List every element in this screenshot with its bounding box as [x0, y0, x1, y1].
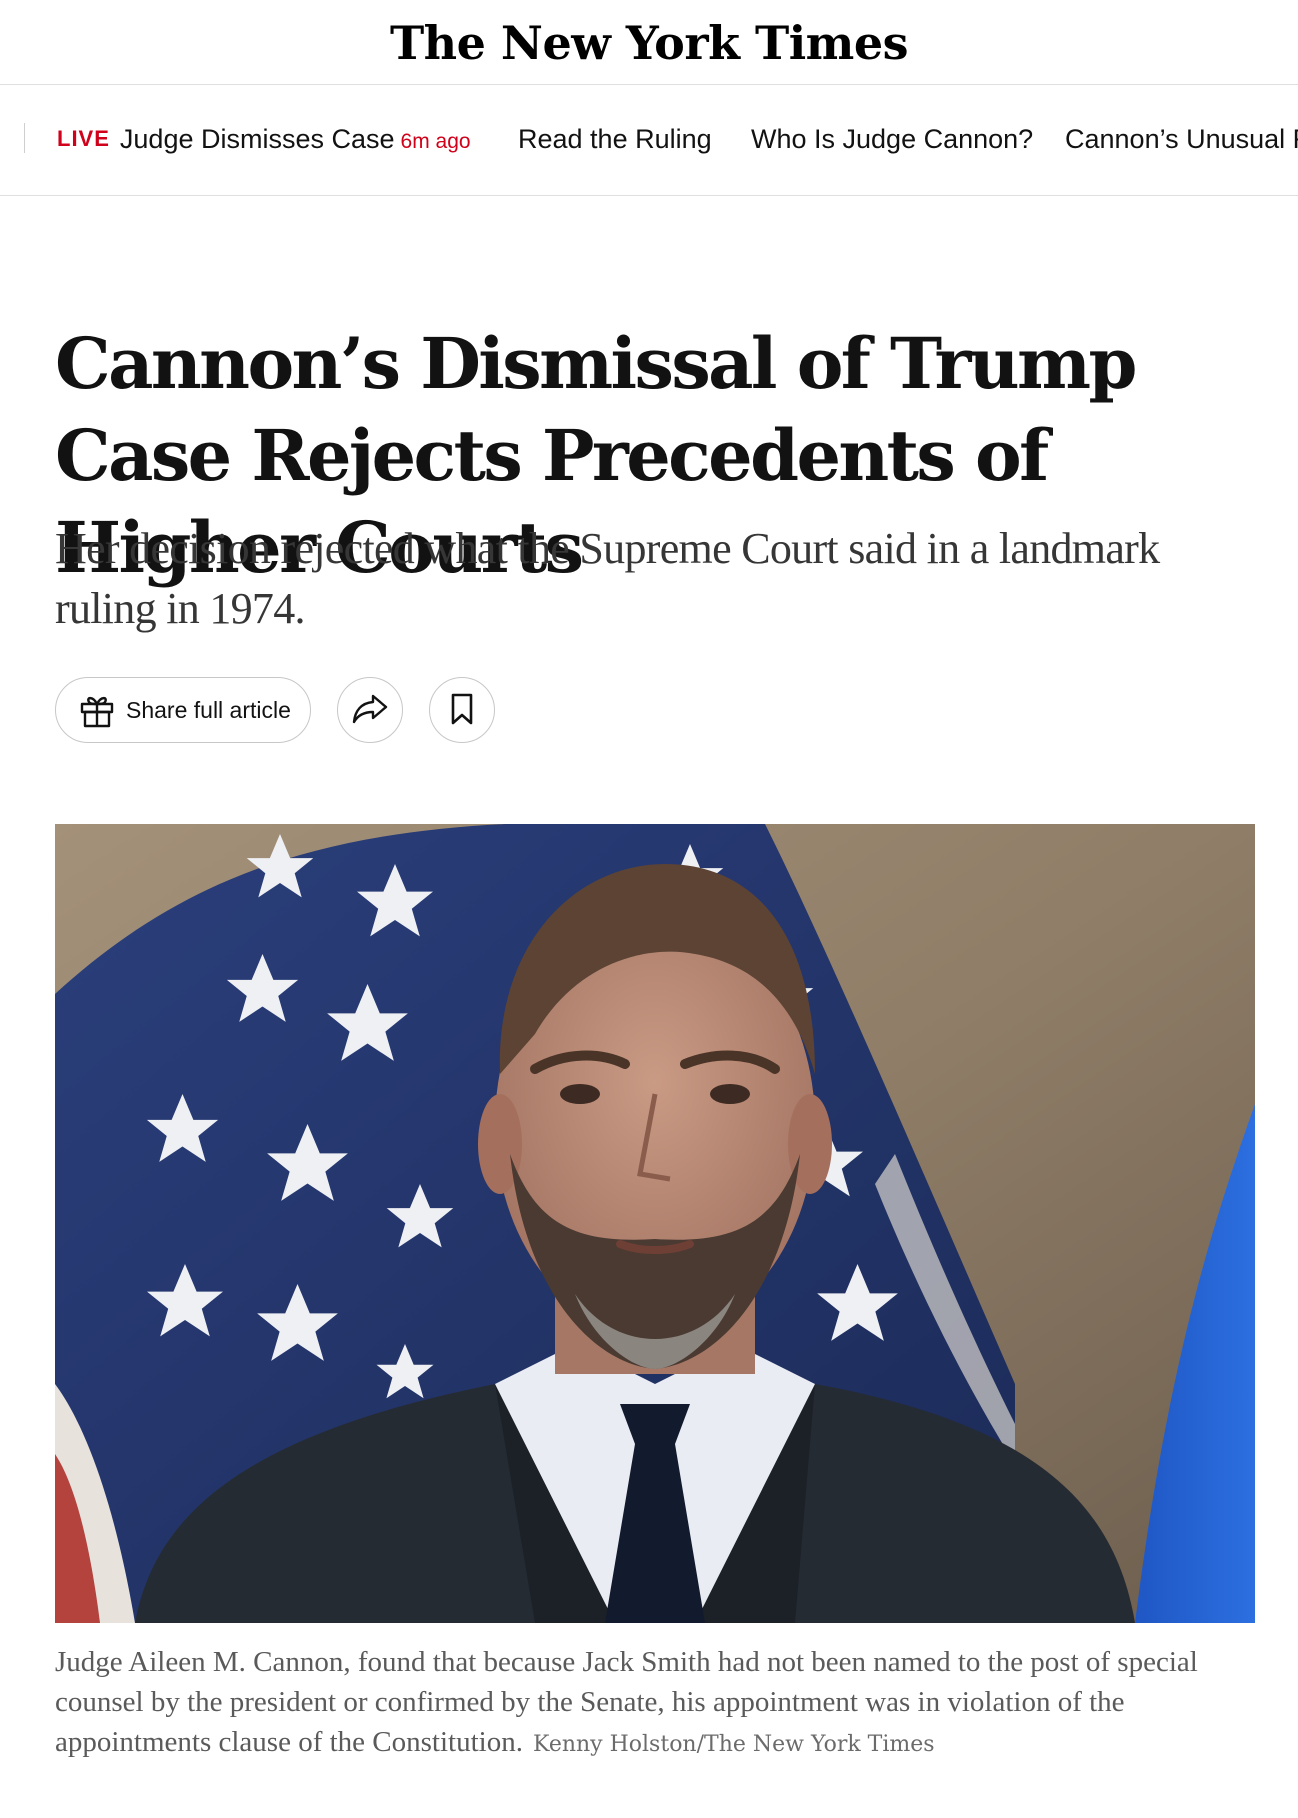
live-nav-item[interactable]: LIVE Judge Dismisses Case 6m ago — [57, 124, 471, 155]
nyt-logo[interactable]: The New York Times — [390, 16, 909, 70]
nav-divider — [24, 123, 25, 153]
gift-icon — [78, 691, 116, 729]
nav-link-unusual[interactable]: Cannon’s Unusual R — [1065, 124, 1298, 155]
live-badge: LIVE — [57, 126, 110, 151]
nav-link-read-ruling[interactable]: Read the Ruling — [518, 124, 712, 155]
lead-photo — [55, 824, 1255, 1623]
masthead: The New York Times — [0, 0, 1298, 85]
photo-credit: Kenny Holston/The New York Times — [532, 1732, 935, 1757]
save-button[interactable] — [429, 677, 495, 743]
share-arrow-icon — [350, 692, 390, 729]
share-full-article-button[interactable]: Share full article — [55, 677, 311, 743]
live-headline: Judge Dismisses Case — [119, 124, 395, 154]
share-button[interactable] — [337, 677, 403, 743]
live-timestamp: 6m ago — [400, 130, 471, 153]
nav-link-who-is-judge[interactable]: Who Is Judge Cannon? — [751, 124, 1033, 155]
photo-caption: Judge Aileen M. Cannon, found that becau… — [55, 1642, 1255, 1765]
bookmark-icon — [449, 692, 475, 729]
article-summary: Her decision rejected what the Supreme C… — [55, 524, 1160, 633]
share-full-article-label: Share full article — [126, 696, 291, 723]
live-coverage-nav: LIVE Judge Dismisses Case 6m ago Read the … — [0, 85, 1298, 196]
